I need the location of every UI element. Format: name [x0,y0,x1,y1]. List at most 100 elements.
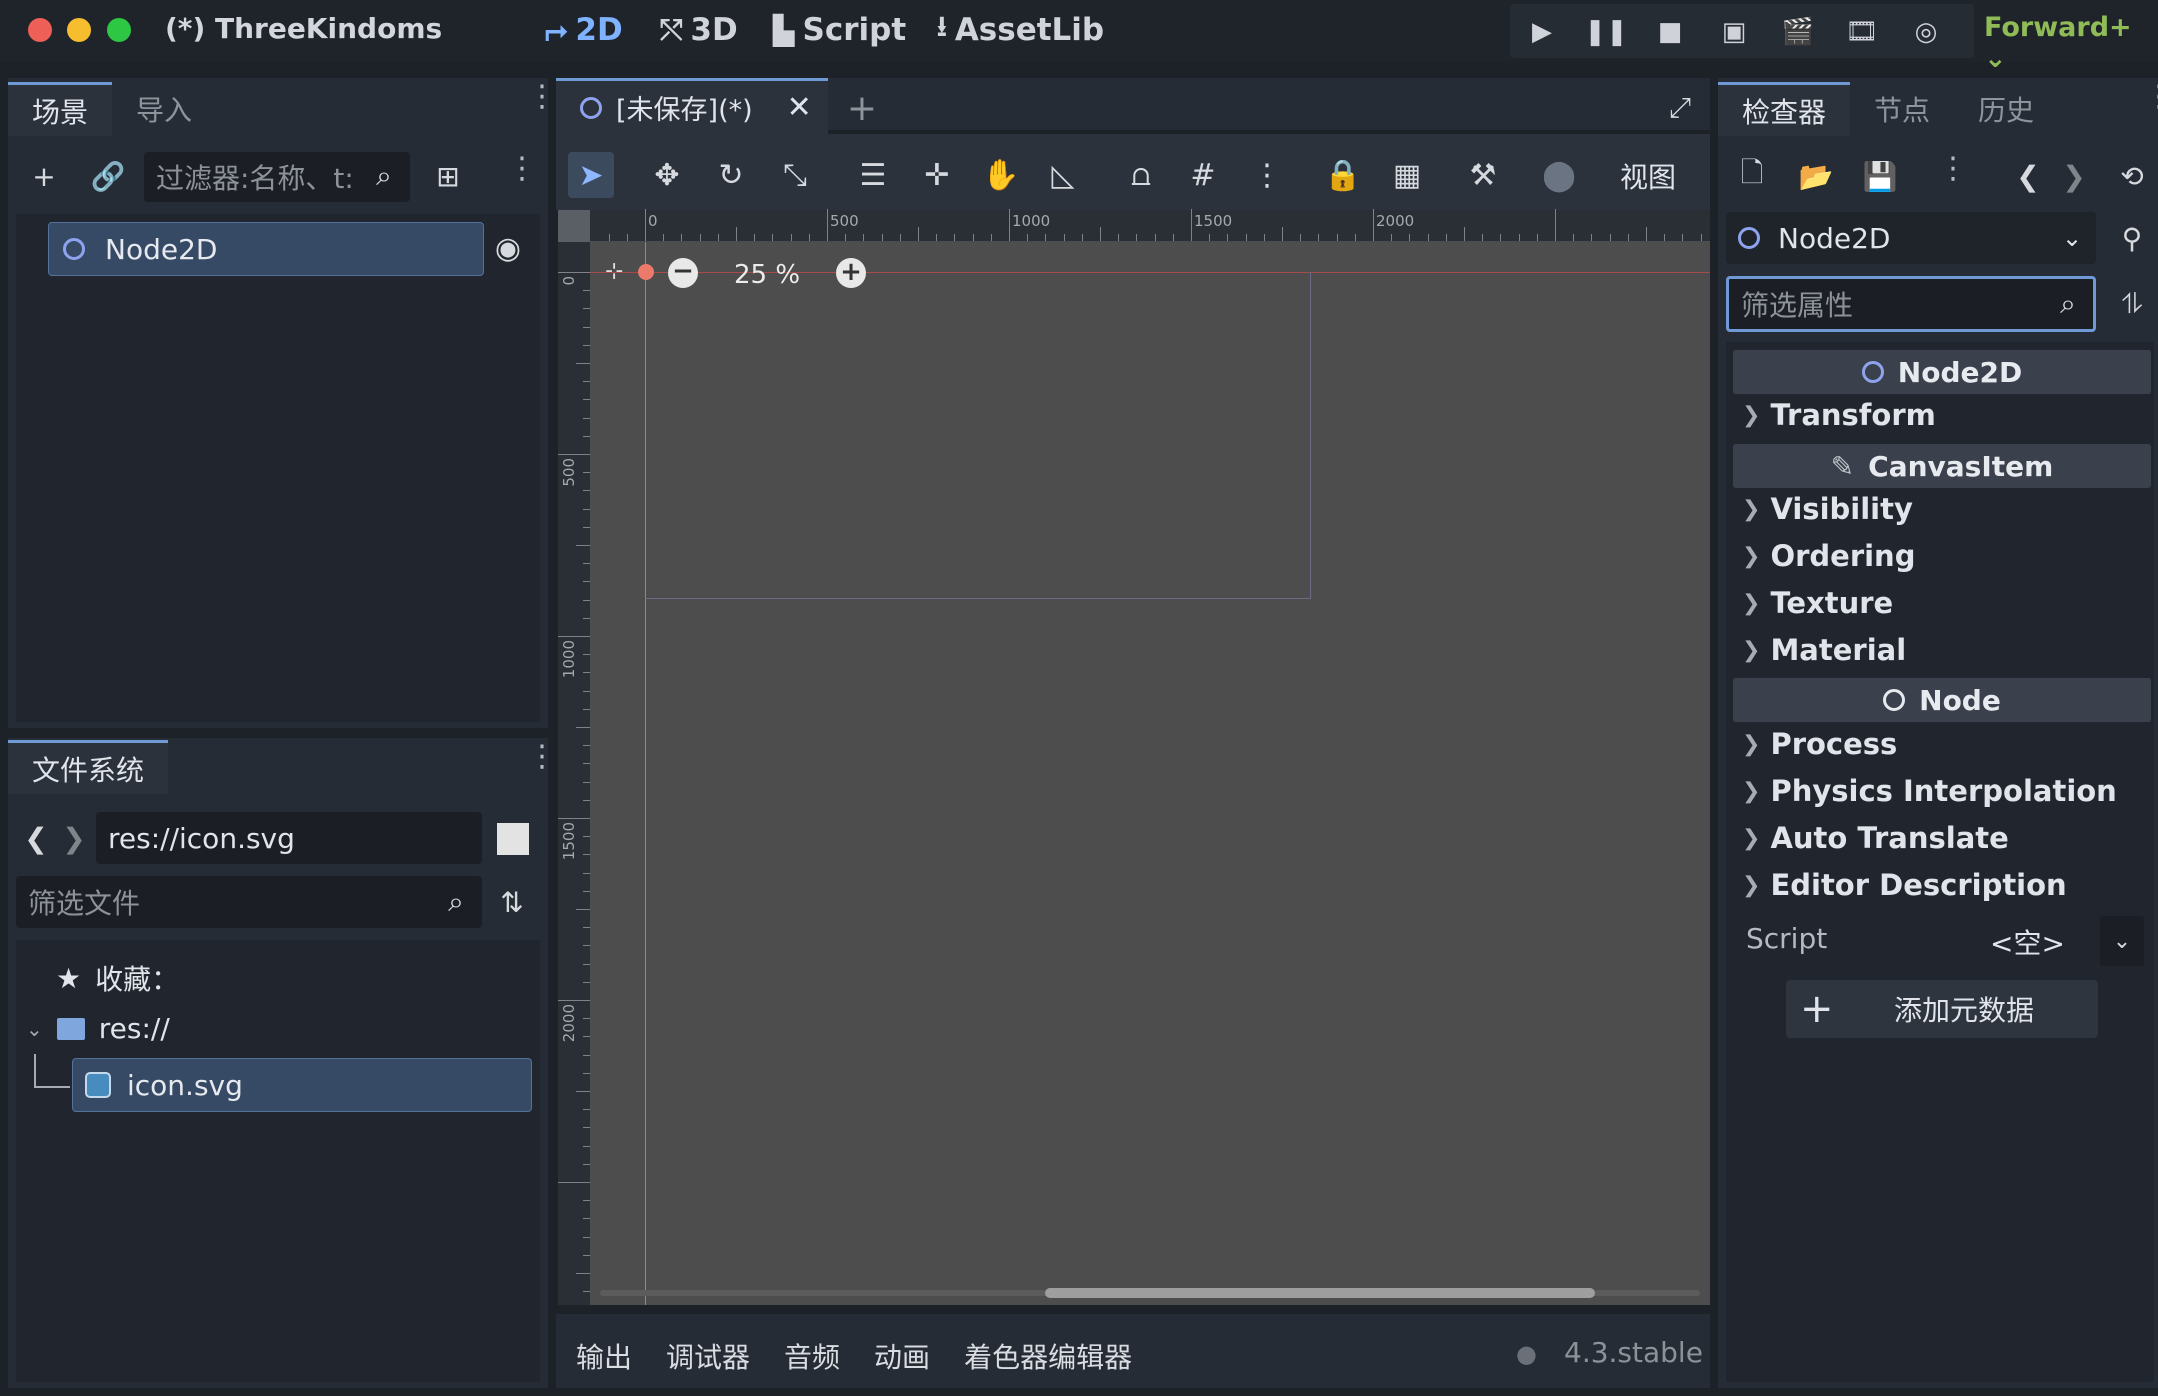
ruler-tick [1518,234,1520,241]
select-tool-icon[interactable]: ➤ [568,152,614,198]
visibility-eye-icon[interactable]: ◉ [488,228,528,268]
file-item-icon-svg[interactable]: icon.svg [72,1058,532,1112]
sort-icon[interactable]: ⇅ [492,882,532,922]
scene-tree-menu-icon[interactable]: ⋮ [507,154,537,184]
tree-item-node2d[interactable]: Node2D [48,222,484,276]
section-auto-translate[interactable]: ❯ Auto Translate [1742,821,2009,855]
play-icon[interactable]: ▶ [1524,14,1560,50]
add-metadata-button[interactable]: + 添加元数据 [1786,980,2098,1038]
section-material[interactable]: ❯ Material [1742,633,1906,667]
tab-animation[interactable]: 动画 [874,1336,930,1376]
new-resource-icon[interactable]: 🗋 [1732,156,1772,196]
view-menu[interactable]: 视图 [1620,156,1676,196]
workspace-2d-button[interactable]: ⮣ 2D [545,10,623,50]
forward-icon[interactable]: ❯ [54,818,94,858]
workspace-script-button[interactable]: ▙ Script [773,10,906,50]
filesystem-menu-icon[interactable]: ⋮ [527,742,557,772]
pan-tool-icon[interactable]: ✋ [978,152,1024,198]
add-tab-icon[interactable]: + [842,88,882,129]
movie-maker-icon[interactable]: ◎ [1908,14,1944,50]
ruler-corner [558,210,590,242]
snap-options-icon[interactable]: ⋮ [1244,152,1290,198]
script-property-value[interactable]: <空> [1990,922,2065,962]
open-resource-icon[interactable]: 📂 [1796,156,1836,196]
tab-audio[interactable]: 音频 [784,1336,840,1376]
close-tab-icon[interactable]: ✕ [787,90,812,125]
resource-menu-icon[interactable]: ⋮ [1938,154,1968,184]
tab-inspector[interactable]: 检查器 [1718,82,1851,136]
section-physics-interpolation[interactable]: ❯ Physics Interpolation [1742,774,2117,808]
horizontal-scrollbar[interactable] [1045,1288,1595,1298]
save-resource-icon[interactable]: 💾 [1860,156,1900,196]
script-dropdown-icon[interactable]: ⌄ [2100,916,2144,966]
toggle-split-icon[interactable] [497,823,529,855]
tab-filesystem[interactable]: 文件系统 [8,740,169,794]
object-history-icon[interactable]: ⟲ [2112,156,2152,196]
grid-snap-icon[interactable]: # [1180,152,1226,198]
renderer-selector[interactable]: Forward+ ⌄ [1984,12,2158,74]
section-visibility[interactable]: ❯ Visibility [1742,492,1913,526]
section-label: Material [1770,633,1907,667]
zoom-level[interactable]: 25 % [734,260,800,290]
scene-tab[interactable]: [未保存](*) ✕ [556,78,828,134]
node-doc-icon[interactable]: ⚲ [2112,218,2152,258]
workspace-3d-button[interactable]: ⤲ 3D [660,10,738,50]
tab-debugger[interactable]: 调试器 [666,1336,750,1376]
history-forward-icon[interactable]: ❯ [2054,156,2094,196]
property-filter-input[interactable]: 筛选属性 [1726,276,2096,332]
camera-override-icon[interactable]: ⬤ [1536,152,1582,198]
tab-history[interactable]: 历史 [1954,82,2058,136]
smart-snap-icon[interactable]: ⩍ [1118,152,1164,198]
viewport-canvas[interactable]: ⊹ − 25 % + [590,242,1710,1305]
back-icon[interactable]: ❮ [16,818,56,858]
zoom-reset-icon[interactable]: ⊹ [605,259,623,284]
play-scene-icon[interactable]: 🎬 [1780,14,1816,50]
tab-node[interactable]: 节点 [1850,82,1954,136]
maximize-window-button[interactable] [107,18,131,42]
section-texture[interactable]: ❯ Texture [1742,586,1893,620]
add-node-icon[interactable]: + [24,156,64,196]
section-transform[interactable]: ❯ Transform [1742,398,1936,432]
list-select-icon[interactable]: ☰ [850,152,896,198]
lock-icon[interactable]: 🔒 [1320,152,1366,198]
stop-icon[interactable]: ■ [1652,14,1688,50]
tab-import[interactable]: 导入 [112,82,216,136]
inspector-settings-icon[interactable]: ⥮ [2112,284,2152,324]
distraction-free-icon[interactable]: ⤢ [1660,88,1700,128]
close-window-button[interactable] [28,18,52,42]
move-tool-icon[interactable]: ✥ [644,152,690,198]
file-filter-input[interactable]: 筛选文件 [16,876,482,928]
section-ordering[interactable]: ❯ Ordering [1742,539,1915,573]
tab-output[interactable]: 输出 [576,1336,632,1376]
path-field[interactable]: res://icon.svg [96,812,482,864]
zoom-in-icon[interactable]: + [836,258,866,288]
chevron-right-icon: ❯ [1742,590,1761,616]
tab-shader-editor[interactable]: 着色器编辑器 [964,1336,1132,1376]
section-process[interactable]: ❯ Process [1742,727,1897,761]
pivot-tool-icon[interactable]: ✛ [914,152,960,198]
minimize-window-button[interactable] [67,18,91,42]
workspace-assetlib-button[interactable]: ⭳ AssetLib [937,10,1104,50]
ruler-tick [583,1145,590,1147]
inspector-dock-menu-icon[interactable]: ⋮ [2144,82,2158,112]
pause-icon[interactable]: ❚❚ [1584,14,1628,50]
zoom-out-icon[interactable]: − [668,258,698,288]
node-selector[interactable]: Node2D ⌄ [1726,212,2096,264]
folder-label: res:// [98,1012,170,1045]
scene-dock-menu-icon[interactable]: ⋮ [527,82,557,112]
scale-tool-icon[interactable]: ⤡ [772,152,818,198]
tab-scene[interactable]: 场景 [8,82,113,136]
play-custom-scene-icon[interactable]: 🎞 [1844,14,1880,50]
section-editor-description[interactable]: ❯ Editor Description [1742,868,2067,902]
rotate-tool-icon[interactable]: ↻ [708,152,754,198]
attach-script-icon[interactable]: ⊞ [428,156,468,196]
folder-res[interactable]: ⌄ res:// [26,1012,170,1045]
bone-icon[interactable]: ⚒ [1460,152,1506,198]
history-back-icon[interactable]: ❮ [2008,156,2048,196]
remote-debug-icon[interactable]: ▣ [1716,14,1752,50]
favorites-item[interactable]: ★ 收藏： [56,958,179,998]
instance-scene-icon[interactable]: 🔗 [88,156,128,196]
ruler-tick [681,234,683,241]
ruler-tool-icon[interactable]: ◺ [1040,152,1086,198]
group-icon[interactable]: ▦ [1384,152,1430,198]
